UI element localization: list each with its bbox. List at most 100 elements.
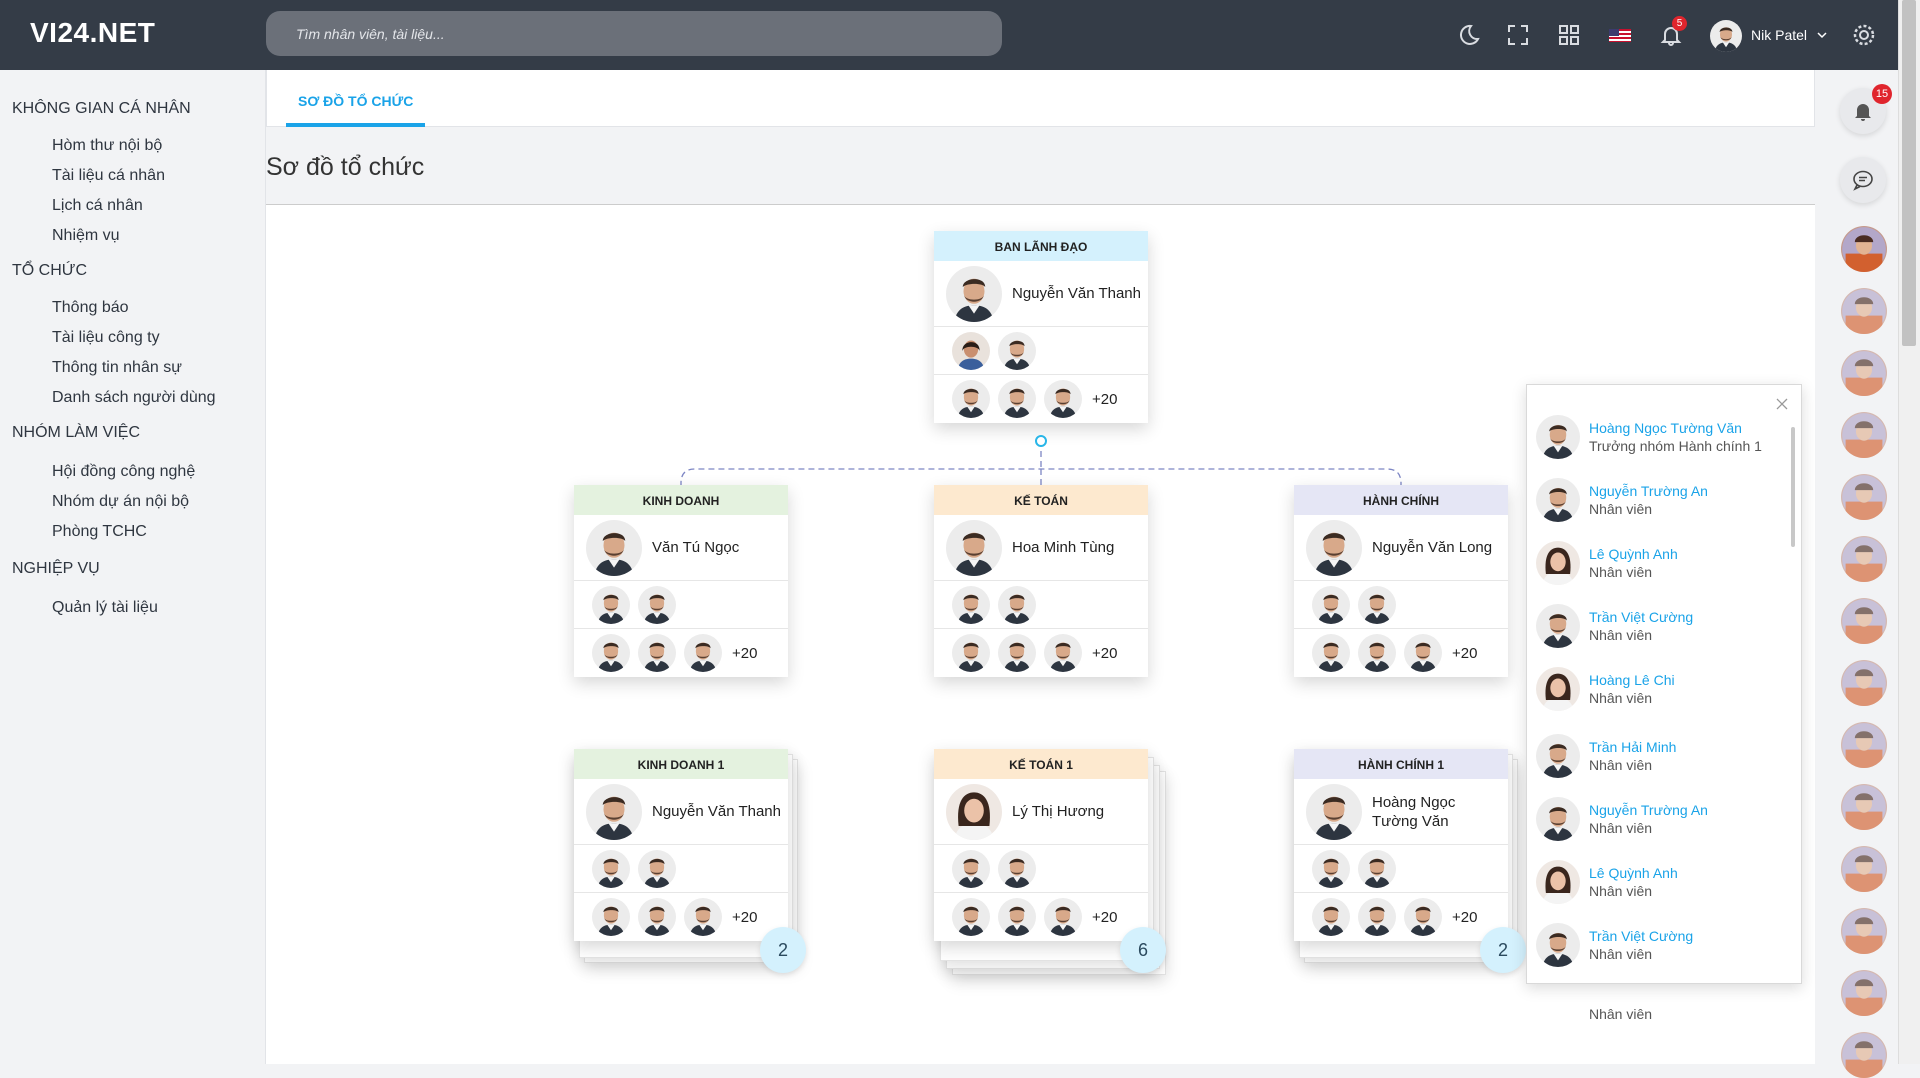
node-leader[interactable]: Văn Tú Ngọc	[574, 515, 788, 581]
sidebar-item-tchc[interactable]: Phòng TCHC	[52, 523, 147, 541]
member-avatar[interactable]	[952, 850, 990, 888]
node-leader[interactable]: Hoàng Ngọc Tường Văn	[1294, 779, 1508, 845]
close-icon[interactable]	[1775, 397, 1789, 411]
search-input[interactable]: Tìm nhân viên, tài liệu...	[266, 11, 1002, 56]
more-members-count[interactable]: +20	[1092, 909, 1117, 926]
member-avatar[interactable]	[998, 586, 1036, 624]
sidebar-item-calendar[interactable]: Lịch cá nhân	[52, 197, 143, 215]
sidebar-item-mailbox[interactable]: Hòm thư nội bộ	[52, 137, 162, 155]
member-avatar[interactable]	[1312, 898, 1350, 936]
member-avatar[interactable]	[1312, 586, 1350, 624]
more-members-count[interactable]: +20	[1452, 645, 1477, 662]
more-members-count[interactable]: +20	[1092, 391, 1117, 408]
rail-contact-avatar[interactable]	[1841, 1032, 1887, 1078]
member-avatar[interactable]	[998, 850, 1036, 888]
rail-contact-avatar[interactable]	[1841, 908, 1887, 954]
rail-contact-avatar[interactable]	[1841, 474, 1887, 520]
rail-contact-avatar[interactable]	[1841, 970, 1887, 1016]
user-avatar[interactable]	[1710, 20, 1742, 52]
rail-contact-avatar[interactable]	[1841, 722, 1887, 768]
member-avatar[interactable]	[638, 898, 676, 936]
rail-contact-avatar[interactable]	[1841, 412, 1887, 458]
sidebar-item-tasks[interactable]: Nhiệm vụ	[52, 227, 120, 245]
rail-contact-avatar[interactable]	[1841, 784, 1887, 830]
subteam-count-badge[interactable]: 2	[1480, 927, 1526, 973]
member-name[interactable]: Trần Việt Cường	[1589, 927, 1693, 945]
member-avatar[interactable]	[1404, 898, 1442, 936]
member-avatar[interactable]	[952, 380, 990, 418]
node-leader[interactable]: Nguyễn Văn Long	[1294, 515, 1508, 581]
member-list-item[interactable]: Trần Việt Cường Nhân viên	[1536, 600, 1786, 652]
user-name[interactable]: Nik Patel	[1751, 27, 1807, 43]
rail-contact-avatar[interactable]	[1841, 536, 1887, 582]
sidebar-item-internal-project[interactable]: Nhóm dự án nội bộ	[52, 493, 189, 511]
more-members-count[interactable]: +20	[732, 645, 757, 662]
subteam-count-badge[interactable]: 6	[1120, 927, 1166, 973]
sidebar-item-user-list[interactable]: Danh sách người dùng	[52, 389, 216, 407]
member-name[interactable]: Lê Quỳnh Anh	[1589, 864, 1678, 882]
member-avatar[interactable]	[638, 850, 676, 888]
moon-icon[interactable]	[1455, 22, 1481, 48]
member-avatar[interactable]	[638, 586, 676, 624]
sidebar-item-hr-info[interactable]: Thông tin nhân sự	[52, 359, 182, 377]
rail-contact-avatar[interactable]	[1841, 598, 1887, 644]
member-avatar[interactable]	[998, 898, 1036, 936]
member-avatar[interactable]	[998, 380, 1036, 418]
member-avatar[interactable]	[592, 634, 630, 672]
member-avatar[interactable]	[1044, 380, 1082, 418]
rail-contact-avatar[interactable]	[1841, 846, 1887, 892]
settings-gear-icon[interactable]	[1851, 22, 1877, 48]
member-avatar[interactable]	[1358, 634, 1396, 672]
apps-grid-icon[interactable]	[1556, 22, 1582, 48]
member-list-item[interactable]: Hoàng Lê Chi Nhân viên	[1536, 663, 1786, 715]
member-avatar[interactable]	[1044, 898, 1082, 936]
org-node-accounting-1[interactable]: KẾ TOÁN 1 Lý Thị Hương +20	[934, 749, 1148, 941]
member-list-item[interactable]: Lê Quỳnh Anh Nhân viên	[1536, 537, 1786, 589]
member-avatar[interactable]	[1358, 898, 1396, 936]
sidebar-item-tech-council[interactable]: Hội đồng công nghệ	[52, 463, 195, 481]
org-node-accounting[interactable]: KẾ TOÁN Hoa Minh Tùng +20	[934, 485, 1148, 677]
rail-contact-avatar[interactable]	[1841, 350, 1887, 396]
member-avatar[interactable]	[952, 332, 990, 370]
member-avatar[interactable]	[952, 634, 990, 672]
member-avatar[interactable]	[998, 634, 1036, 672]
member-name[interactable]: Nguyễn Trường An	[1589, 482, 1708, 500]
member-avatar[interactable]	[638, 634, 676, 672]
tab-org-chart[interactable]: SƠ ĐỒ TỔ CHỨC	[286, 70, 426, 127]
sidebar-item-doc-management[interactable]: Quản lý tài liệu	[52, 599, 158, 617]
member-avatar[interactable]	[952, 898, 990, 936]
member-avatar[interactable]	[1404, 634, 1442, 672]
member-avatar[interactable]	[684, 898, 722, 936]
sidebar-item-announcements[interactable]: Thông báo	[52, 299, 129, 317]
member-name[interactable]: Trần Việt Cường	[1589, 608, 1693, 626]
rail-contact-avatar[interactable]	[1841, 226, 1887, 272]
sidebar-item-company-docs[interactable]: Tài liệu công ty	[52, 329, 160, 347]
member-list-item[interactable]: Lê Quỳnh Anh Nhân viên	[1536, 856, 1786, 908]
member-avatar[interactable]	[1312, 850, 1350, 888]
org-node-sales-1[interactable]: KINH DOANH 1 Nguyễn Văn Thanh +20	[574, 749, 788, 941]
popup-scrollbar[interactable]	[1791, 427, 1795, 547]
member-name[interactable]: Lê Quỳnh Anh	[1589, 545, 1678, 563]
rail-contact-avatar[interactable]	[1841, 288, 1887, 334]
chevron-down-icon[interactable]	[1817, 31, 1827, 39]
node-leader[interactable]: Lý Thị Hương	[934, 779, 1148, 845]
more-members-count[interactable]: +20	[732, 909, 757, 926]
node-leader[interactable]: Nguyễn Văn Thanh	[574, 779, 788, 845]
member-list-item[interactable]: Trần Việt Cường Nhân viên	[1536, 919, 1786, 971]
sidebar-item-personal-docs[interactable]: Tài liệu cá nhân	[52, 167, 165, 185]
rail-contact-avatar[interactable]	[1841, 660, 1887, 706]
member-list-item[interactable]: Nguyễn Trường An Nhân viên	[1536, 793, 1786, 845]
app-logo[interactable]: VI24.NET	[30, 17, 155, 49]
member-name[interactable]: Hoàng Lê Chi	[1589, 671, 1675, 689]
member-avatar[interactable]	[998, 332, 1036, 370]
member-list-item[interactable]: Hoàng Ngọc Tường Văn Trưởng nhóm Hành chí…	[1536, 411, 1786, 463]
node-leader[interactable]: Nguyễn Văn Thanh	[934, 261, 1148, 327]
fullscreen-icon[interactable]	[1505, 22, 1531, 48]
us-flag-icon[interactable]	[1607, 22, 1633, 48]
org-node-administration-1[interactable]: HÀNH CHÍNH 1 Hoàng Ngọc Tường Văn +20	[1294, 749, 1508, 941]
member-list-item[interactable]: Trần Hải Minh Nhân viên	[1536, 730, 1786, 782]
scrollbar-thumb[interactable]	[1902, 0, 1916, 346]
org-node-leadership[interactable]: BAN LÃNH ĐẠO Nguyễn Văn Thanh +20	[934, 231, 1148, 423]
org-node-sales[interactable]: KINH DOANH Văn Tú Ngọc +20	[574, 485, 788, 677]
rail-chat-button[interactable]	[1840, 157, 1886, 203]
